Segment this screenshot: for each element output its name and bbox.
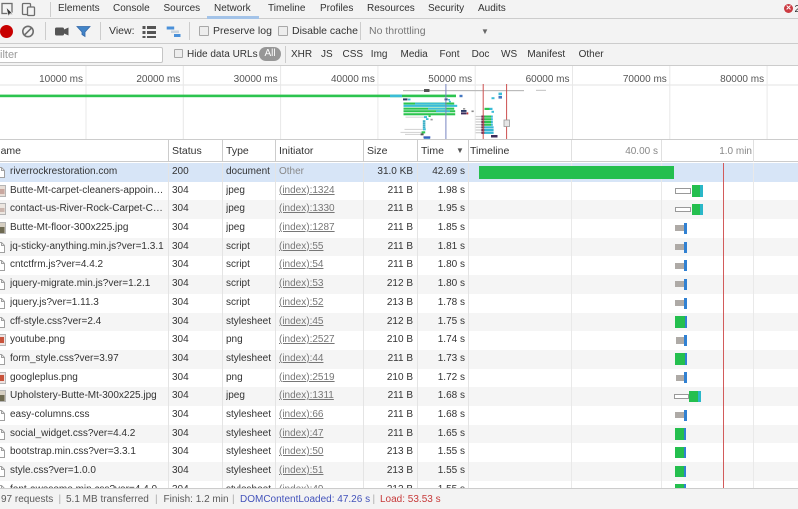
svg-text:80000 ms: 80000 ms bbox=[720, 74, 764, 85]
svg-text:60000 ms: 60000 ms bbox=[526, 74, 570, 85]
svg-text:30000 ms: 30000 ms bbox=[234, 74, 278, 85]
svg-text:20000 ms: 20000 ms bbox=[136, 74, 180, 85]
svg-text:70000 ms: 70000 ms bbox=[623, 74, 667, 85]
svg-text:10000 ms: 10000 ms bbox=[39, 74, 83, 85]
svg-text:50000 ms: 50000 ms bbox=[428, 74, 472, 85]
svg-text:40000 ms: 40000 ms bbox=[331, 74, 375, 85]
